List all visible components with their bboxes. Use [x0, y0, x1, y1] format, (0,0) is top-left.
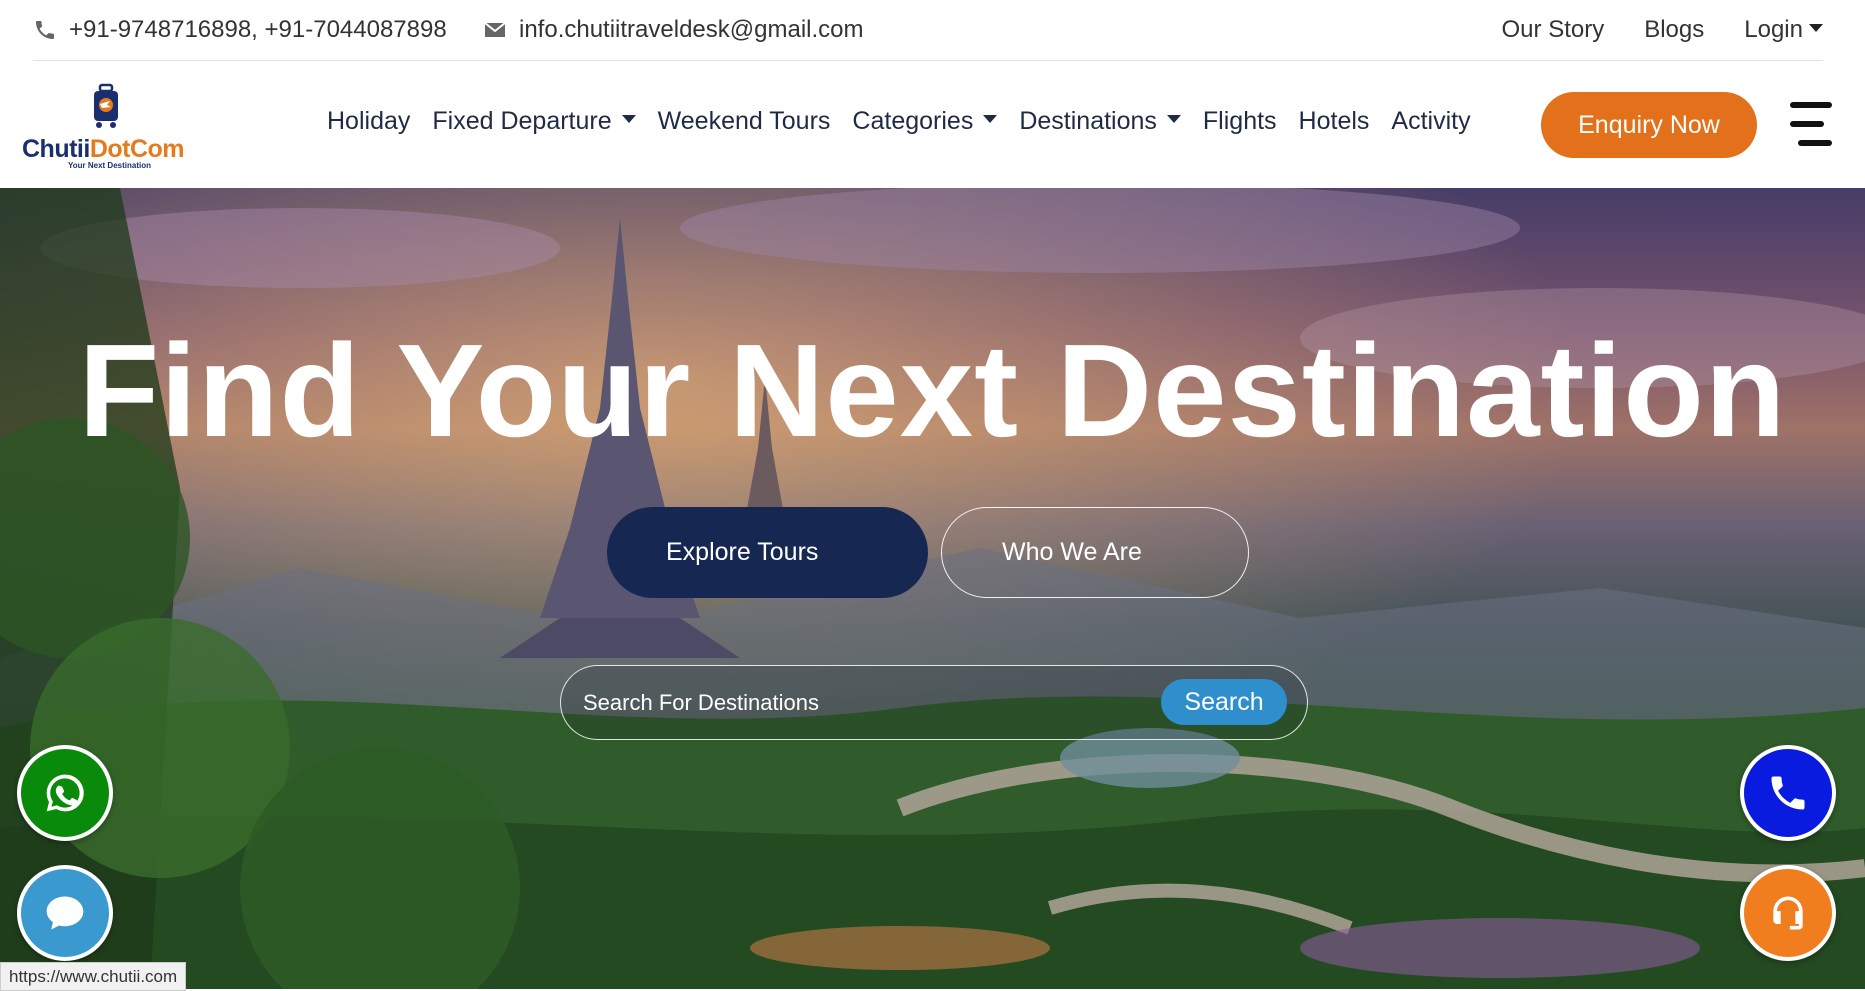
hamburger-line: [1798, 140, 1832, 146]
logo-tagline: Your Next Destination: [68, 161, 151, 170]
phone-contact[interactable]: +91-9748716898, +91-7044087898: [33, 16, 447, 44]
destination-search-bar: Search: [560, 665, 1308, 740]
hero-title: Find Your Next Destination: [78, 317, 1787, 464]
enquiry-now-button[interactable]: Enquiry Now: [1541, 92, 1757, 158]
logo-wordmark: ChutiiDotCom: [22, 135, 185, 163]
nav-menu: Holiday Fixed Departure Weekend Tours Ca…: [327, 107, 1471, 136]
nav-item-fixed-departure[interactable]: Fixed Departure: [432, 107, 636, 136]
nav-item-flights[interactable]: Flights: [1203, 107, 1277, 136]
hamburger-line: [1790, 121, 1824, 127]
login-dropdown[interactable]: Login: [1744, 16, 1823, 44]
nav-item-holiday[interactable]: Holiday: [327, 107, 410, 136]
hamburger-menu-icon[interactable]: [1790, 102, 1832, 146]
chevron-down-icon: [983, 115, 998, 124]
chat-bubble-icon: [46, 896, 84, 930]
hero-background-image: [0, 188, 1865, 989]
phone-icon: [36, 21, 54, 39]
who-we-are-button[interactable]: Who We Are: [941, 507, 1249, 598]
chat-button[interactable]: [17, 865, 113, 961]
top-links: Our Story Blogs Login: [1502, 16, 1823, 44]
nav-label: Categories: [852, 107, 974, 135]
nav-item-hotels[interactable]: Hotels: [1299, 107, 1370, 136]
chevron-down-icon: [1166, 115, 1181, 124]
blogs-link[interactable]: Blogs: [1644, 16, 1704, 44]
suitcase-logo-icon: [94, 83, 118, 128]
top-contact-bar: +91-9748716898, +91-7044087898 info.chut…: [0, 0, 1865, 61]
hero-section: Find Your Next Destination Explore Tours…: [0, 188, 1865, 989]
headset-icon: [1773, 896, 1803, 930]
login-label: Login: [1744, 16, 1803, 43]
main-navbar: ChutiiDotCom Your Next Destination Holid…: [0, 61, 1865, 188]
nav-item-weekend-tours[interactable]: Weekend Tours: [658, 107, 831, 136]
envelope-icon: [484, 22, 506, 37]
search-input[interactable]: [581, 678, 1115, 728]
explore-tours-button[interactable]: Explore Tours: [607, 507, 928, 598]
support-button[interactable]: [1740, 865, 1836, 961]
nav-item-destinations[interactable]: Destinations: [1019, 107, 1181, 136]
status-bar-url: https://www.chutii.com: [0, 962, 187, 991]
whatsapp-icon: [46, 774, 84, 812]
chevron-down-icon: [1809, 23, 1823, 32]
nav-label: Destinations: [1019, 107, 1157, 135]
search-button[interactable]: Search: [1161, 679, 1287, 725]
nav-label: Fixed Departure: [432, 107, 612, 135]
hamburger-line: [1790, 102, 1832, 108]
phone-numbers: +91-9748716898, +91-7044087898: [69, 16, 447, 43]
email-address: info.chutiitraveldesk@gmail.com: [519, 16, 864, 43]
nav-item-activity[interactable]: Activity: [1391, 107, 1470, 136]
site-logo[interactable]: ChutiiDotCom Your Next Destination: [20, 83, 195, 170]
email-contact[interactable]: info.chutiitraveldesk@gmail.com: [483, 16, 864, 44]
our-story-link[interactable]: Our Story: [1502, 16, 1605, 44]
phone-icon: [1771, 776, 1805, 810]
chevron-down-icon: [621, 115, 636, 124]
nav-item-categories[interactable]: Categories: [852, 107, 998, 136]
call-button[interactable]: [1740, 745, 1836, 841]
whatsapp-button[interactable]: [17, 745, 113, 841]
